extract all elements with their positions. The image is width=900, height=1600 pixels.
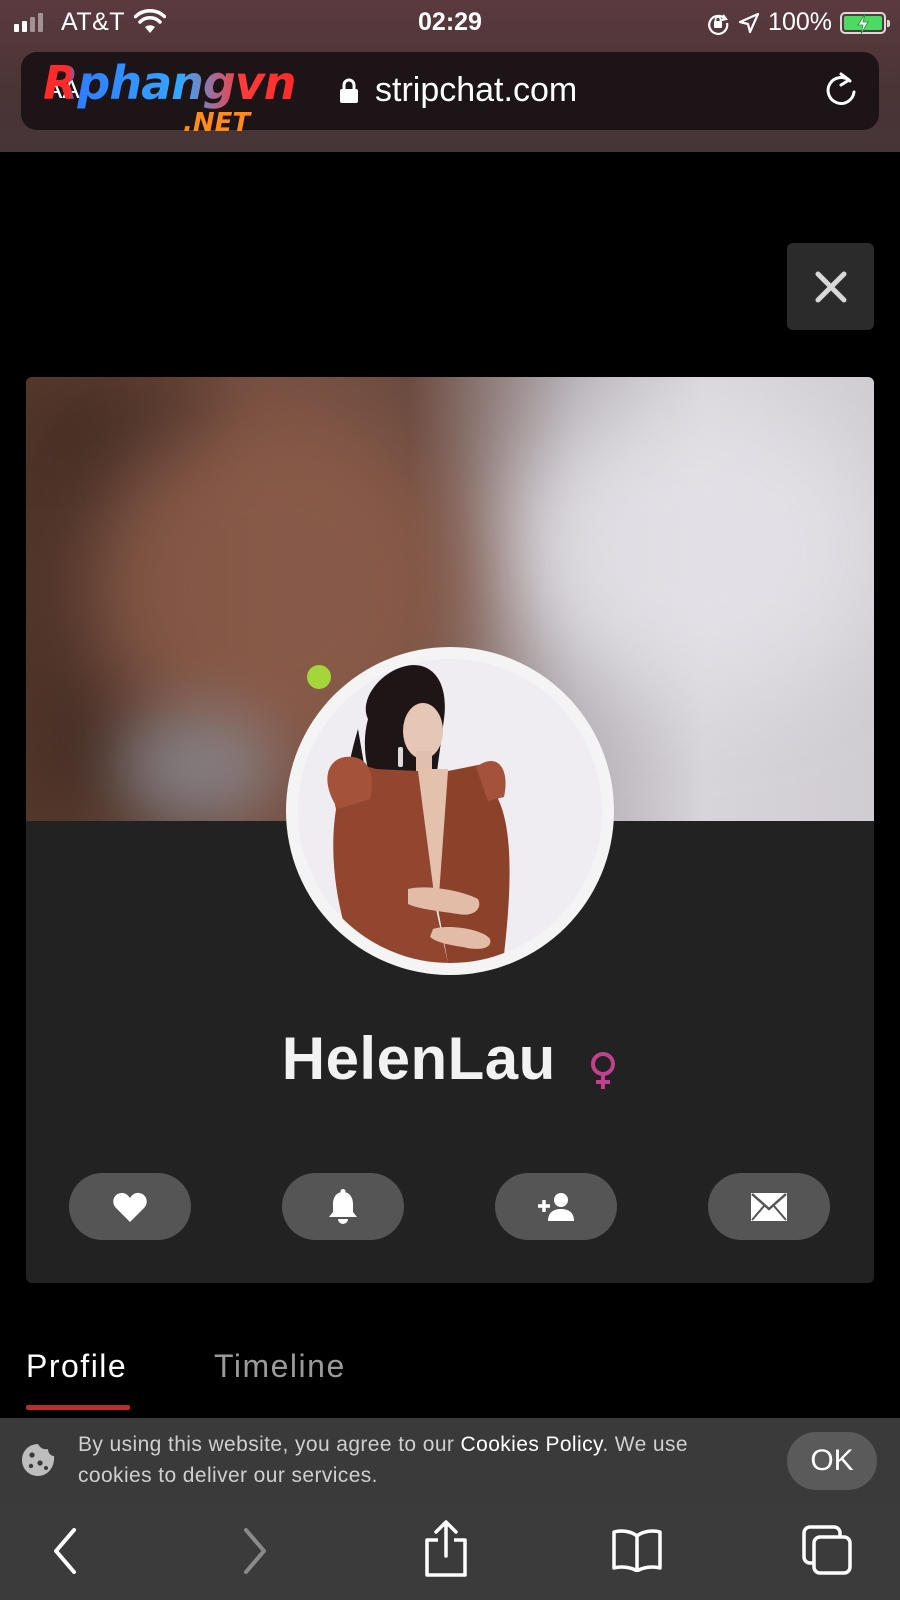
cookie-icon [22, 1444, 55, 1476]
status-right: 100% [706, 8, 890, 37]
tabs-icon[interactable] [801, 1524, 853, 1576]
active-tab-indicator [26, 1405, 130, 1410]
close-button[interactable] [787, 243, 874, 330]
cookie-banner: By using this website, you agree to our … [0, 1418, 900, 1504]
url-text[interactable]: stripchat.com [375, 71, 577, 110]
close-icon [815, 271, 846, 302]
bookmarks-icon[interactable] [611, 1528, 663, 1572]
tab-profile[interactable]: Profile [26, 1348, 127, 1385]
avatar[interactable] [286, 647, 614, 975]
browser-chrome: AT&T 02:29 100% AA [0, 0, 900, 152]
female-gender-icon [591, 1051, 616, 1089]
avatar-image [298, 659, 602, 963]
status-bar: AT&T 02:29 100% [0, 0, 900, 46]
add-friend-icon [538, 1192, 574, 1221]
reload-icon[interactable] [821, 70, 861, 110]
location-icon [738, 12, 760, 33]
username-row: HelenLau [26, 1024, 874, 1095]
browser-toolbar [0, 1504, 900, 1600]
share-icon[interactable] [423, 1520, 469, 1578]
message-button[interactable] [708, 1173, 830, 1240]
battery-charging-icon [840, 11, 890, 34]
address-bar[interactable]: AA Rphangvn .NET stripchat.com [21, 52, 879, 138]
profile-actions [26, 1173, 874, 1241]
cookie-ok-button[interactable]: OK [787, 1432, 877, 1490]
envelope-icon [751, 1192, 787, 1221]
watermark-sub: .NET [183, 108, 251, 138]
forward-icon[interactable] [240, 1526, 270, 1576]
bell-icon [329, 1188, 357, 1224]
tab-timeline[interactable]: Timeline [214, 1348, 346, 1385]
online-status-dot [307, 665, 331, 689]
watermark-main: Rphangvn [43, 56, 297, 110]
orientation-lock-icon [708, 13, 729, 35]
lock-icon [340, 78, 358, 103]
back-icon[interactable] [50, 1526, 80, 1576]
watermark-logo: Rphangvn .NET [43, 56, 297, 138]
cookie-text-before: By using this website, you agree to our [78, 1433, 461, 1456]
favorite-button[interactable] [69, 1173, 191, 1240]
cookies-policy-link[interactable]: Cookies Policy [461, 1433, 603, 1456]
notify-button[interactable] [282, 1173, 404, 1240]
heart-icon [113, 1192, 147, 1222]
cookie-message: By using this website, you agree to our … [78, 1429, 748, 1491]
username: HelenLau [281, 1025, 556, 1092]
battery-label: 100% [768, 8, 832, 36]
add-friend-button[interactable] [495, 1173, 617, 1240]
